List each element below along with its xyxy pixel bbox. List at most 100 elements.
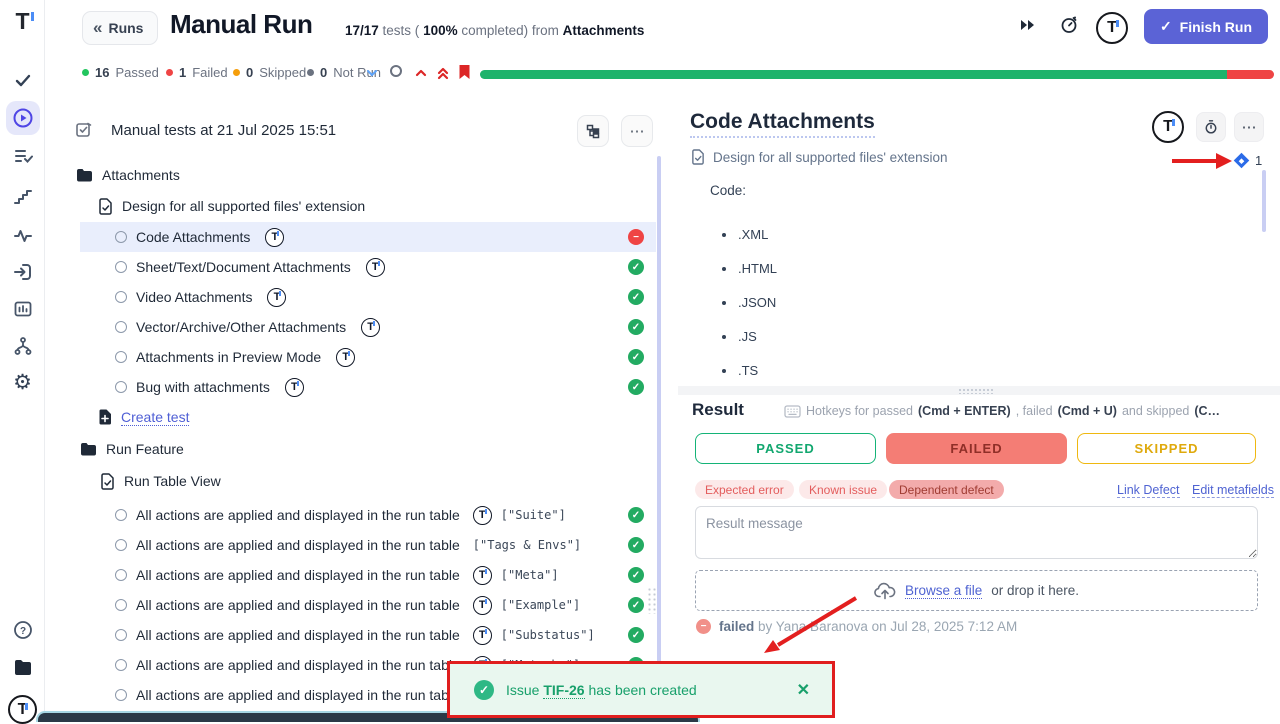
create-test-link[interactable]: Create test (98, 402, 674, 432)
hotkeys-hint: Hotkeys for passed (Cmd + ENTER) , faile… (784, 404, 1258, 418)
test-label: All actions are applied and displayed in… (136, 537, 460, 553)
pill-known-issue[interactable]: Known issue (799, 480, 887, 499)
app-logo[interactable]: T (0, 10, 45, 33)
rail-item-projects[interactable] (0, 659, 45, 677)
fast-forward-button[interactable] (1018, 16, 1038, 39)
testomat-icon: T (473, 596, 492, 615)
more-icon: ⋯ (1242, 118, 1257, 136)
testomat-icon: T (336, 348, 355, 367)
tree-folder-attachments[interactable]: Attachments (76, 160, 652, 190)
tree-suite-run-table-view[interactable]: Run Table View (100, 466, 676, 496)
toast-message: Issue TIF-26 has been created (506, 682, 697, 698)
jump-prev-failed-button[interactable] (414, 66, 428, 80)
tree-test-run-table-4[interactable]: All actions are applied and displayed in… (80, 590, 656, 620)
jump-first-failed-button[interactable] (436, 66, 450, 80)
list-check-icon (13, 146, 33, 166)
folder-icon (13, 659, 33, 677)
pulse-icon (13, 226, 33, 246)
test-circle-icon (115, 261, 127, 273)
double-chevron-up-icon (436, 66, 450, 80)
back-to-runs-button[interactable]: « Runs (82, 11, 158, 45)
rail-item-plans[interactable] (0, 146, 45, 166)
toast-close-icon[interactable]: ✕ (797, 680, 810, 700)
circle-icon (390, 65, 402, 77)
tree-test-vector[interactable]: Vector/Archive/Other Attachments T ✓ (80, 312, 656, 342)
result-message-input[interactable] (695, 506, 1258, 559)
skipped-button[interactable]: SKIPPED (1077, 433, 1256, 464)
filter-notrun-button[interactable] (390, 65, 402, 77)
tree-suite-design[interactable]: Design for all supported files' extensio… (98, 191, 674, 221)
progress-failed-segment (1227, 70, 1274, 79)
annotation-arrow-defect (1172, 153, 1232, 169)
edit-metafields-link[interactable]: Edit metafields (1192, 483, 1274, 498)
help-icon: ? (13, 620, 33, 640)
tree-test-run-table-1[interactable]: All actions are applied and displayed in… (80, 500, 656, 530)
rail-item-help[interactable]: ? (0, 620, 45, 640)
tree-more-button[interactable]: ⋯ (621, 115, 653, 147)
tree-test-run-table-3[interactable]: All actions are applied and displayed in… (80, 560, 656, 590)
divider-resize-handle[interactable] (958, 388, 994, 394)
test-circle-icon (115, 629, 127, 641)
detail-title[interactable]: Code Attachments (690, 110, 875, 138)
defect-diamond-icon (1234, 153, 1250, 169)
issue-id-link[interactable]: TIF-26 (543, 682, 584, 699)
bullet-icon (722, 233, 726, 237)
pill-dependent-defect[interactable]: Dependent defect (889, 480, 1004, 499)
document-check-icon (100, 473, 115, 490)
file-dropzone[interactable]: Browse a file or drop it here. (695, 570, 1258, 611)
timer-button[interactable] (1058, 13, 1080, 40)
link-defect-link[interactable]: Link Defect (1117, 483, 1180, 498)
app-rail: T ⚙ ? T (0, 0, 45, 720)
detail-subtitle: Design for all supported files' extensio… (691, 149, 947, 165)
rail-item-tests[interactable] (0, 70, 45, 90)
fast-forward-icon (1018, 16, 1038, 34)
rail-item-runs-selected[interactable] (6, 101, 40, 135)
detail-brand-badge[interactable]: T (1152, 111, 1184, 143)
tree-test-run-table-5[interactable]: All actions are applied and displayed in… (80, 620, 656, 650)
linked-defects-badge[interactable]: 1 (1236, 153, 1262, 168)
tree-test-sheet[interactable]: Sheet/Text/Document Attachments T ✓ (80, 252, 656, 282)
brand-logo-icon: T (1152, 111, 1184, 143)
pill-expected-error[interactable]: Expected error (695, 480, 794, 499)
tree-test-run-table-2[interactable]: All actions are applied and displayed in… (80, 530, 656, 560)
finish-run-button[interactable]: ✓ Finish Run (1144, 9, 1268, 44)
rail-item-branches[interactable] (0, 336, 45, 356)
test-label: All actions are applied and displayed in… (136, 687, 460, 703)
brand-badge[interactable]: T (1096, 12, 1128, 44)
tree-view-button[interactable] (577, 115, 609, 147)
test-label: Sheet/Text/Document Attachments (136, 259, 351, 275)
logo-icon: T (15, 10, 29, 33)
suite-label: Design for all supported files' extensio… (122, 198, 365, 214)
passed-button[interactable]: PASSED (695, 433, 876, 464)
tree-scrollbar[interactable] (657, 156, 661, 718)
tree-test-code-attachments[interactable]: Code Attachments T − (80, 222, 656, 252)
tree-test-video[interactable]: Video Attachments T ✓ (80, 282, 656, 312)
detail-more-button[interactable]: ⋯ (1234, 112, 1264, 142)
bullet-icon (722, 267, 726, 271)
rail-item-import[interactable] (0, 262, 45, 282)
detail-scrollbar[interactable] (1262, 170, 1266, 232)
header: « Runs Manual Run 17/17 tests ( 100% com… (45, 0, 1280, 56)
test-tag: ["Example"] (501, 598, 580, 612)
panel-resize-handle[interactable] (647, 587, 658, 614)
browse-file-link[interactable]: Browse a file (905, 583, 982, 599)
failed-button[interactable]: FAILED (886, 433, 1067, 464)
rail-item-analytics[interactable] (0, 299, 45, 319)
tree-test-bug[interactable]: Bug with attachments T ✓ (80, 372, 656, 402)
rail-item-pulse[interactable] (0, 226, 45, 246)
test-label: All actions are applied and displayed in… (136, 507, 460, 523)
rail-item-steps[interactable] (0, 188, 45, 208)
gear-icon: ⚙ (13, 372, 32, 393)
detail-timer-button[interactable] (1196, 112, 1226, 142)
run-summary: 17/17 tests ( 100% completed) from Attac… (345, 23, 644, 38)
tree-test-preview[interactable]: Attachments in Preview Mode T ✓ (80, 342, 656, 372)
tree-folder-run-feature[interactable]: Run Feature (80, 434, 656, 464)
bookmark-button[interactable] (458, 64, 471, 80)
create-test-label: Create test (121, 409, 189, 426)
passed-status-icon: ✓ (628, 567, 644, 583)
test-label: All actions are applied and displayed in… (136, 567, 460, 583)
collapse-toggle[interactable] (365, 66, 379, 80)
rail-item-settings[interactable]: ⚙ (0, 372, 45, 393)
failed-count: 1Failed (166, 65, 228, 80)
passed-status-icon: ✓ (628, 349, 644, 365)
